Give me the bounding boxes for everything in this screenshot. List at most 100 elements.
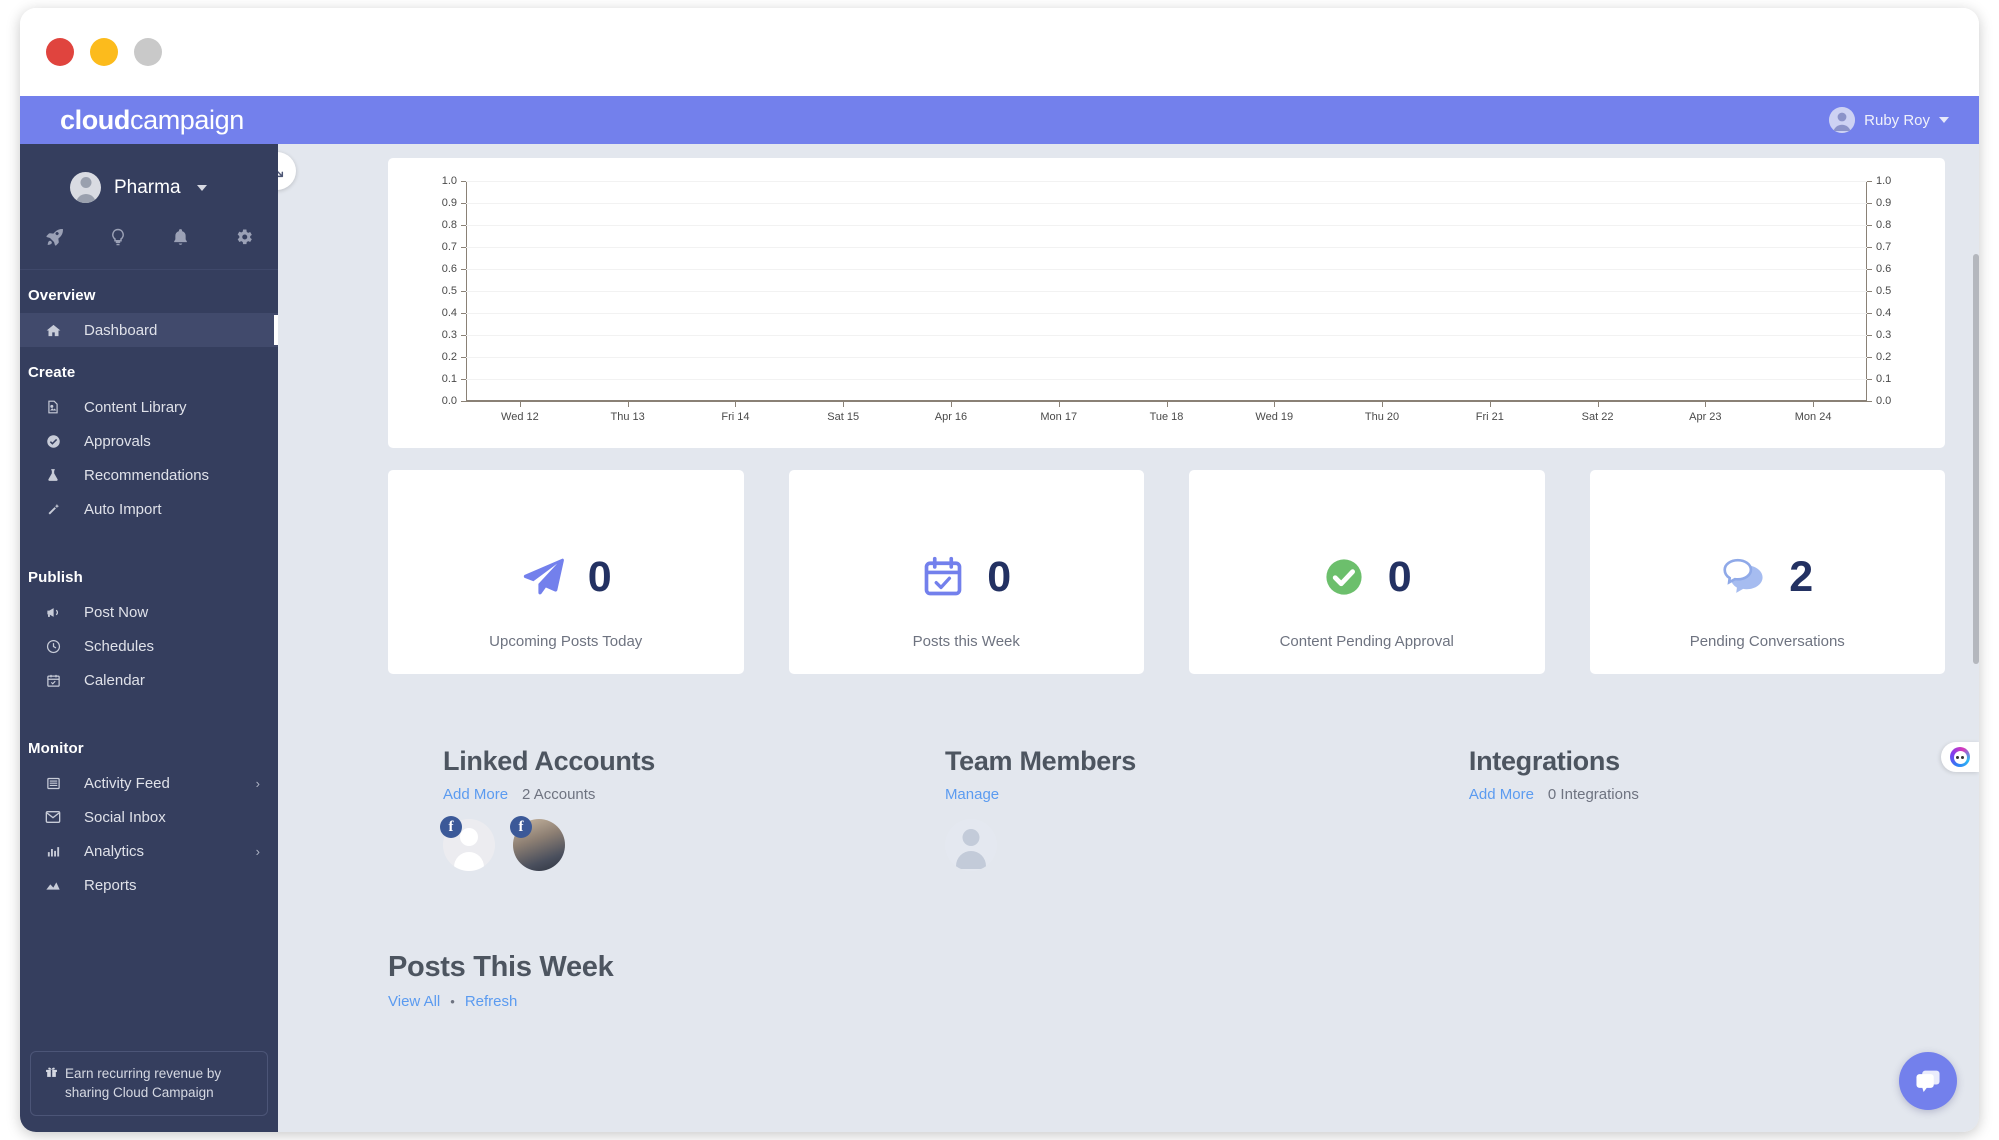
separator-dot: • (450, 994, 455, 1009)
sidebar-item-auto-import[interactable]: Auto Import (20, 492, 278, 526)
window-minimize-button[interactable] (90, 38, 118, 66)
chart-y-tick-label-left: 0.0 (441, 395, 457, 407)
chart-y-tick-label-right: 0.0 (1876, 395, 1892, 407)
chart-x-tick-label: Mon 24 (1794, 411, 1832, 423)
sidebar-item-reports[interactable]: Reports (20, 868, 278, 902)
facebook-badge-icon: f (510, 816, 532, 838)
chart-x-tick-label: Thu 13 (610, 411, 645, 423)
sidebar-item-recommendations[interactable]: Recommendations (20, 458, 278, 492)
team-members-section: Team Members Manage (907, 746, 1426, 871)
calendar-check-icon (924, 556, 962, 596)
chart-x-tick-label: Mon 17 (1040, 411, 1078, 423)
sidebar-item-approvals[interactable]: Approvals (20, 424, 278, 458)
app-logo[interactable]: cloudcampaign (60, 106, 244, 134)
sidebar-item-label: Schedules (84, 637, 155, 655)
chart-y-tick-label-right: 0.5 (1876, 285, 1892, 297)
refresh-link[interactable]: Refresh (465, 993, 518, 1010)
chart-x-tick-mark (1813, 402, 1815, 407)
chart-y-tick-label-right: 0.8 (1876, 219, 1892, 231)
chart-y-tick-mark-right (1867, 401, 1872, 402)
chart-y-tick-label-left: 0.5 (441, 285, 457, 297)
chat-widget-button[interactable] (1899, 1052, 1957, 1110)
gift-icon (45, 1064, 58, 1084)
linked-accounts-avatars: f f (440, 816, 887, 871)
chart-x-tick-mark (1382, 402, 1384, 407)
chart-gridline (466, 269, 1867, 270)
chevron-right-icon: › (255, 843, 260, 859)
stat-card-content-pending-approval[interactable]: 0 Content Pending Approval (1189, 470, 1545, 674)
ai-assistant-badge[interactable] (1941, 742, 1979, 772)
browser-window: cloudcampaign Ruby Roy Pharma Overview D… (20, 8, 1979, 1132)
team-members-meta: Manage (945, 786, 1406, 803)
chart-y-tick-mark-right (1867, 203, 1872, 204)
chart-y-tick-mark-right (1867, 269, 1872, 270)
stat-card-pending-conversations[interactable]: 2 Pending Conversations (1589, 470, 1945, 674)
chart-y-tick-label-right: 0.2 (1876, 351, 1892, 363)
stat-card-label: Posts this Week (912, 633, 1020, 650)
chart-x-tick-mark (627, 402, 629, 407)
chart-y-tick-label-left: 0.2 (441, 351, 457, 363)
sidebar-item-label: Calendar (84, 671, 145, 689)
sidebar-item-analytics[interactable]: Analytics › (20, 834, 278, 868)
sidebar-item-calendar[interactable]: Calendar (20, 663, 278, 697)
bell-icon[interactable] (171, 227, 190, 247)
chevron-down-icon (196, 184, 207, 191)
chart-x-tick-label: Sat 22 (1581, 411, 1614, 423)
chart-gridline (466, 379, 1867, 380)
sidebar-item-label: Activity Feed (84, 774, 170, 792)
stat-card-value: 0 (587, 552, 612, 601)
chart-y-tick-label-left: 0.1 (441, 373, 457, 385)
user-menu[interactable]: Ruby Roy (1829, 107, 1949, 133)
chart-x-tick-label: Fri 14 (721, 411, 750, 423)
chart-y-tick-mark-right (1867, 291, 1872, 292)
chart-y-tick-label-right: 0.6 (1876, 263, 1892, 275)
lightbulb-icon[interactable] (109, 227, 127, 247)
linked-accounts-add-more-link[interactable]: Add More (443, 786, 508, 803)
posts-this-week-section: Posts This Week View All • Refresh (388, 951, 1945, 1010)
sidebar-item-social-inbox[interactable]: Social Inbox (20, 800, 278, 834)
linked-accounts-meta: Add More 2 Accounts (443, 786, 887, 803)
workspace-switcher[interactable]: Pharma (20, 144, 278, 203)
team-members-manage-link[interactable]: Manage (945, 786, 999, 803)
stat-card-main: 0 (1322, 555, 1412, 599)
rocket-icon[interactable] (45, 227, 65, 247)
integrations-meta: Add More 0 Integrations (1469, 786, 1925, 803)
workspace-avatar-icon (70, 172, 101, 203)
integrations-add-more-link[interactable]: Add More (1469, 786, 1534, 803)
main-content: 0.0 0.0 0.1 0.1 0.2 0.2 0.3 0.3 0.4 0.4 0.5 0.5 0.6 0… (278, 144, 1979, 1132)
sidebar-item-label: Post Now (84, 603, 149, 621)
sidebar-item-activity-feed[interactable]: Activity Feed › (20, 766, 278, 800)
linked-account-avatar[interactable]: f (440, 816, 495, 871)
chart-y-tick-label-left: 0.6 (441, 263, 457, 275)
sidebar-item-label: Dashboard (84, 321, 158, 339)
referral-promo-banner[interactable]: Earn recurring revenue by sharing Cloud … (30, 1050, 268, 1116)
stat-card-posts-this-week[interactable]: 0 Posts this Week (788, 470, 1144, 674)
ai-bot-icon (1950, 747, 1970, 767)
referral-promo-text: Earn recurring revenue by sharing Cloud … (65, 1065, 222, 1101)
sidebar-item-dashboard[interactable]: Dashboard (20, 313, 278, 347)
gear-icon[interactable] (234, 227, 254, 247)
team-member-avatar[interactable] (944, 819, 997, 871)
sidebar-item-post-now[interactable]: Post Now (20, 595, 278, 629)
sidebar-item-schedules[interactable]: Schedules (20, 629, 278, 663)
window-maximize-button[interactable] (134, 38, 162, 66)
sidebar-item-label: Auto Import (84, 500, 162, 518)
stat-card-value: 0 (1387, 552, 1412, 601)
window-close-button[interactable] (46, 38, 74, 66)
sidebar-item-label: Recommendations (84, 466, 210, 484)
scrollbar-thumb[interactable] (1973, 254, 1979, 664)
sidebar-item-label: Social Inbox (84, 808, 166, 826)
chart-y-tick-label-left: 0.8 (441, 219, 457, 231)
chart-y-tick-label-right: 0.3 (1876, 329, 1892, 341)
view-all-link[interactable]: View All (388, 993, 440, 1010)
linked-account-avatar[interactable]: f (510, 816, 565, 871)
linked-accounts-title: Linked Accounts (443, 746, 656, 776)
sidebar-item-content-library[interactable]: Content Library (20, 390, 278, 424)
chevron-down-icon (1939, 117, 1949, 123)
chart-y-tick-mark-left (461, 269, 466, 270)
stat-card-upcoming-posts-today[interactable]: 0 Upcoming Posts Today (388, 470, 744, 674)
stat-card-main: 2 (1721, 555, 1813, 599)
chart-y-tick-label-left: 1.0 (441, 175, 457, 187)
main-scrollbar[interactable] (1973, 144, 1979, 1132)
